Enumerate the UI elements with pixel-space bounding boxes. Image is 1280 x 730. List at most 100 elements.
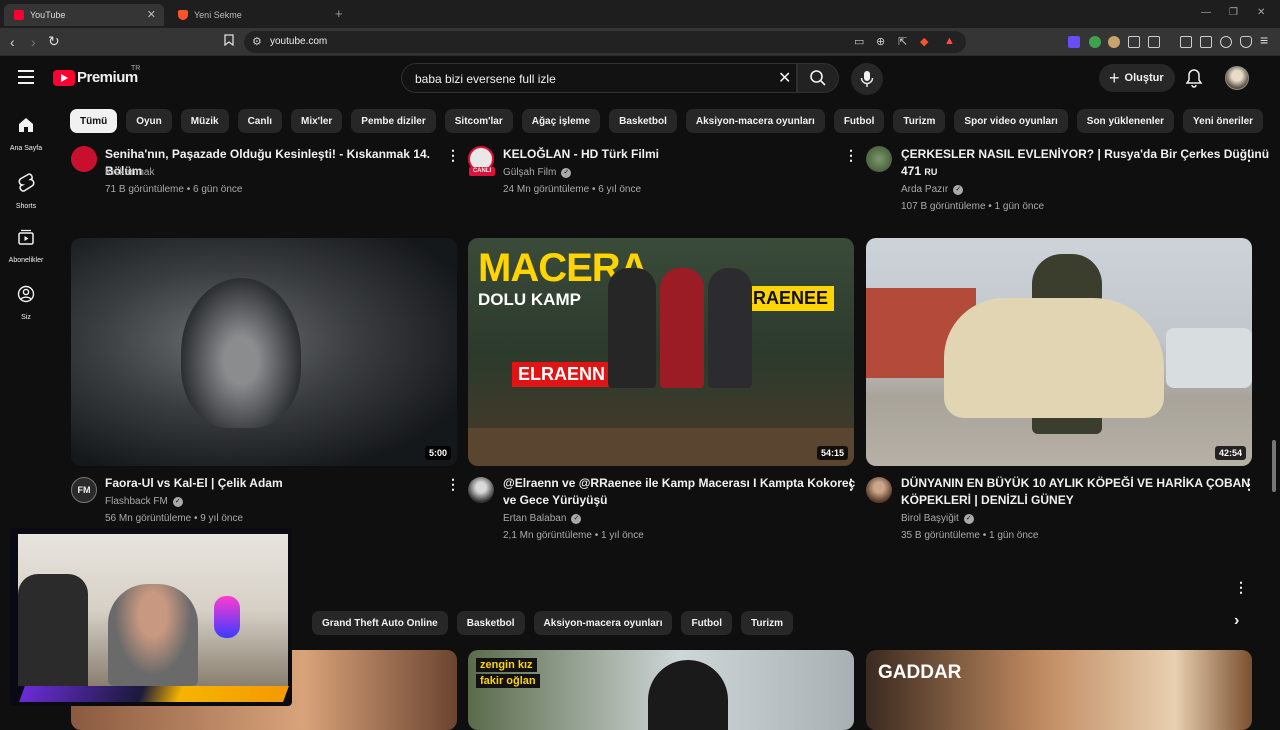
channel-name[interactable]: Kıskanmak (105, 167, 154, 178)
channel-name-text: Arda Pazır (901, 184, 949, 195)
account-avatar[interactable] (1225, 66, 1249, 90)
video-thumbnail[interactable]: MACERA DOLU KAMP RRAENEE ELRAENN 54:15 (468, 238, 854, 466)
close-tab-icon[interactable]: ✕ (147, 8, 156, 21)
video-title[interactable]: Seniha'nın, Paşazade Olduğu Kesinleşti! … (105, 146, 445, 180)
clear-search-icon[interactable]: ✕ (778, 68, 791, 88)
minimize-icon[interactable]: — (1201, 7, 1211, 18)
video-title[interactable]: Faora-Ul vs Kal-El | Çelik Adam (105, 475, 435, 492)
search-button[interactable] (797, 63, 839, 93)
create-button[interactable]: + Oluştur (1099, 64, 1175, 92)
browser-menu-icon[interactable]: ≡ (1260, 32, 1268, 48)
section-more-options-icon[interactable]: ⋮ (1234, 579, 1248, 596)
extension-icon[interactable] (1108, 36, 1120, 48)
chip-all[interactable]: Tümü (70, 109, 118, 133)
channel-avatar[interactable]: FM (71, 477, 97, 503)
hamburger-menu-icon[interactable] (18, 70, 34, 84)
maximize-icon[interactable]: ❐ (1229, 7, 1238, 18)
thumbnail-figure (181, 278, 301, 428)
chip-item[interactable]: Son yüklenenler (1076, 109, 1175, 133)
extension-icon[interactable] (1148, 36, 1160, 48)
page-scrollbar[interactable] (1272, 440, 1276, 492)
extensions-puzzle-icon[interactable] (1128, 36, 1140, 48)
more-options-icon[interactable]: ⋮ (844, 147, 858, 164)
verified-icon: ✓ (953, 184, 964, 195)
video-thumbnail[interactable]: zengin kız fakir oğlan (468, 650, 854, 730)
voice-search-button[interactable] (851, 63, 883, 95)
forward-icon[interactable]: › (31, 34, 36, 50)
back-icon[interactable]: ‹ (10, 34, 15, 50)
nav-item-home[interactable]: Ana Sayfa (0, 116, 52, 155)
site-info-icon[interactable]: ⚙ (252, 35, 262, 48)
video-thumbnail[interactable]: 5:00 (71, 238, 457, 466)
channel-avatar[interactable] (866, 477, 892, 503)
tab-youtube[interactable]: YouTube ✕ (4, 4, 164, 26)
chip-item[interactable]: Basketbol (456, 611, 525, 635)
chip-item[interactable]: Futbol (681, 611, 733, 635)
nav-item-subscriptions[interactable]: Abonelikler (0, 228, 52, 267)
leo-ai-icon[interactable] (1220, 36, 1232, 48)
chip-item[interactable]: Basketbol (609, 109, 677, 133)
channel-name[interactable]: Birol Başyiğit ✓ (901, 513, 974, 524)
wallet-icon[interactable] (1200, 36, 1212, 48)
channel-name[interactable]: Gülşah Film ✓ (503, 167, 572, 178)
address-bar[interactable]: ⚙ youtube.com ▭ ⊕ ⇱ ◆ ▲ (244, 31, 966, 53)
new-tab-button[interactable]: + (335, 6, 343, 21)
chip-item[interactable]: Yeni öneriler (1183, 109, 1264, 133)
channel-avatar[interactable] (866, 146, 892, 172)
video-title[interactable]: DÜNYANIN EN BÜYÜK 10 AYLIK KÖPEĞİ VE HAR… (901, 475, 1250, 509)
extension-icon[interactable] (1068, 36, 1080, 48)
chip-item[interactable]: Müzik (180, 109, 229, 133)
chip-item[interactable]: Futbol (833, 109, 885, 133)
more-options-icon[interactable]: ⋮ (844, 476, 858, 493)
search-input[interactable]: baba bizi eversene full izle ✕ (401, 63, 797, 93)
zoom-icon[interactable]: ⊕ (876, 35, 885, 48)
chip-item[interactable]: Aksiyon-macera oyunları (685, 109, 825, 133)
brave-rewards-icon[interactable]: ▲ (944, 35, 955, 47)
chip-item[interactable]: Grand Theft Auto Online (312, 611, 448, 635)
chip-item[interactable]: Pembe diziler (351, 109, 436, 133)
video-title[interactable]: KELOĞLAN - HD Türk Filmi (503, 146, 833, 163)
channel-name[interactable]: Arda Pazır ✓ (901, 184, 964, 195)
channel-name[interactable]: Ertan Balaban ✓ (503, 513, 582, 524)
nav-item-you[interactable]: Siz (0, 285, 52, 324)
video-thumbnail[interactable]: GADDAR (866, 650, 1252, 730)
cast-icon[interactable]: ▭ (854, 35, 864, 48)
more-options-icon[interactable]: ⋮ (446, 147, 460, 164)
thumbnail-dog (944, 298, 1164, 418)
extension-icon[interactable] (1089, 36, 1101, 48)
more-options-icon[interactable]: ⋮ (1242, 147, 1256, 164)
notifications-bell-icon[interactable] (1185, 68, 1203, 93)
thumbnail-figure (608, 268, 656, 388)
nav-item-shorts[interactable]: Shorts (0, 172, 52, 213)
video-title[interactable]: ÇERKESLER NASIL EVLENİYOR? | Rusya'da Bi… (901, 146, 1269, 181)
chip-item[interactable]: Ağaç işleme (521, 109, 601, 133)
scroll-right-chevron-icon[interactable]: › (1234, 612, 1239, 630)
channel-avatar[interactable] (468, 477, 494, 503)
channel-avatar[interactable] (71, 146, 97, 172)
reload-icon[interactable]: ↻ (48, 33, 60, 50)
channel-name[interactable]: Flashback FM ✓ (105, 496, 183, 507)
video-title[interactable]: @Elraenn ve @RRaenee ile Kamp Macerası I… (503, 475, 855, 509)
chip-item[interactable]: Turizm (893, 109, 946, 133)
more-options-icon[interactable]: ⋮ (1242, 476, 1256, 493)
chip-item[interactable]: Sitcom'lar (444, 109, 513, 133)
youtube-premium-logo[interactable]: Premium TR (53, 65, 140, 86)
sidebar-toggle-icon[interactable] (1180, 36, 1192, 48)
close-window-icon[interactable]: ✕ (1257, 7, 1265, 18)
video-thumbnail[interactable]: 42:54 (866, 238, 1252, 466)
chip-item[interactable]: Oyun (126, 109, 172, 133)
chip-item[interactable]: Canlı (237, 109, 283, 133)
section-chips-bar: Grand Theft Auto Online Basketbol Aksiyo… (312, 611, 802, 635)
chip-item[interactable]: Spor video oyunları (954, 109, 1068, 133)
chip-item[interactable]: Aksiyon-macera oyunları (533, 611, 673, 635)
chip-item[interactable]: Mix'ler (291, 109, 343, 133)
bookmark-icon[interactable] (224, 34, 234, 49)
more-options-icon[interactable]: ⋮ (446, 476, 460, 493)
share-icon[interactable]: ⇱ (898, 35, 907, 48)
brave-shields-icon[interactable]: ◆ (920, 35, 928, 48)
thumbnail-figure (708, 268, 752, 388)
chip-item[interactable]: Turizm (741, 611, 794, 635)
verified-icon: ✓ (172, 496, 183, 507)
vpn-icon[interactable] (1240, 36, 1252, 48)
tab-new-tab[interactable]: Yeni Sekme (168, 4, 328, 26)
